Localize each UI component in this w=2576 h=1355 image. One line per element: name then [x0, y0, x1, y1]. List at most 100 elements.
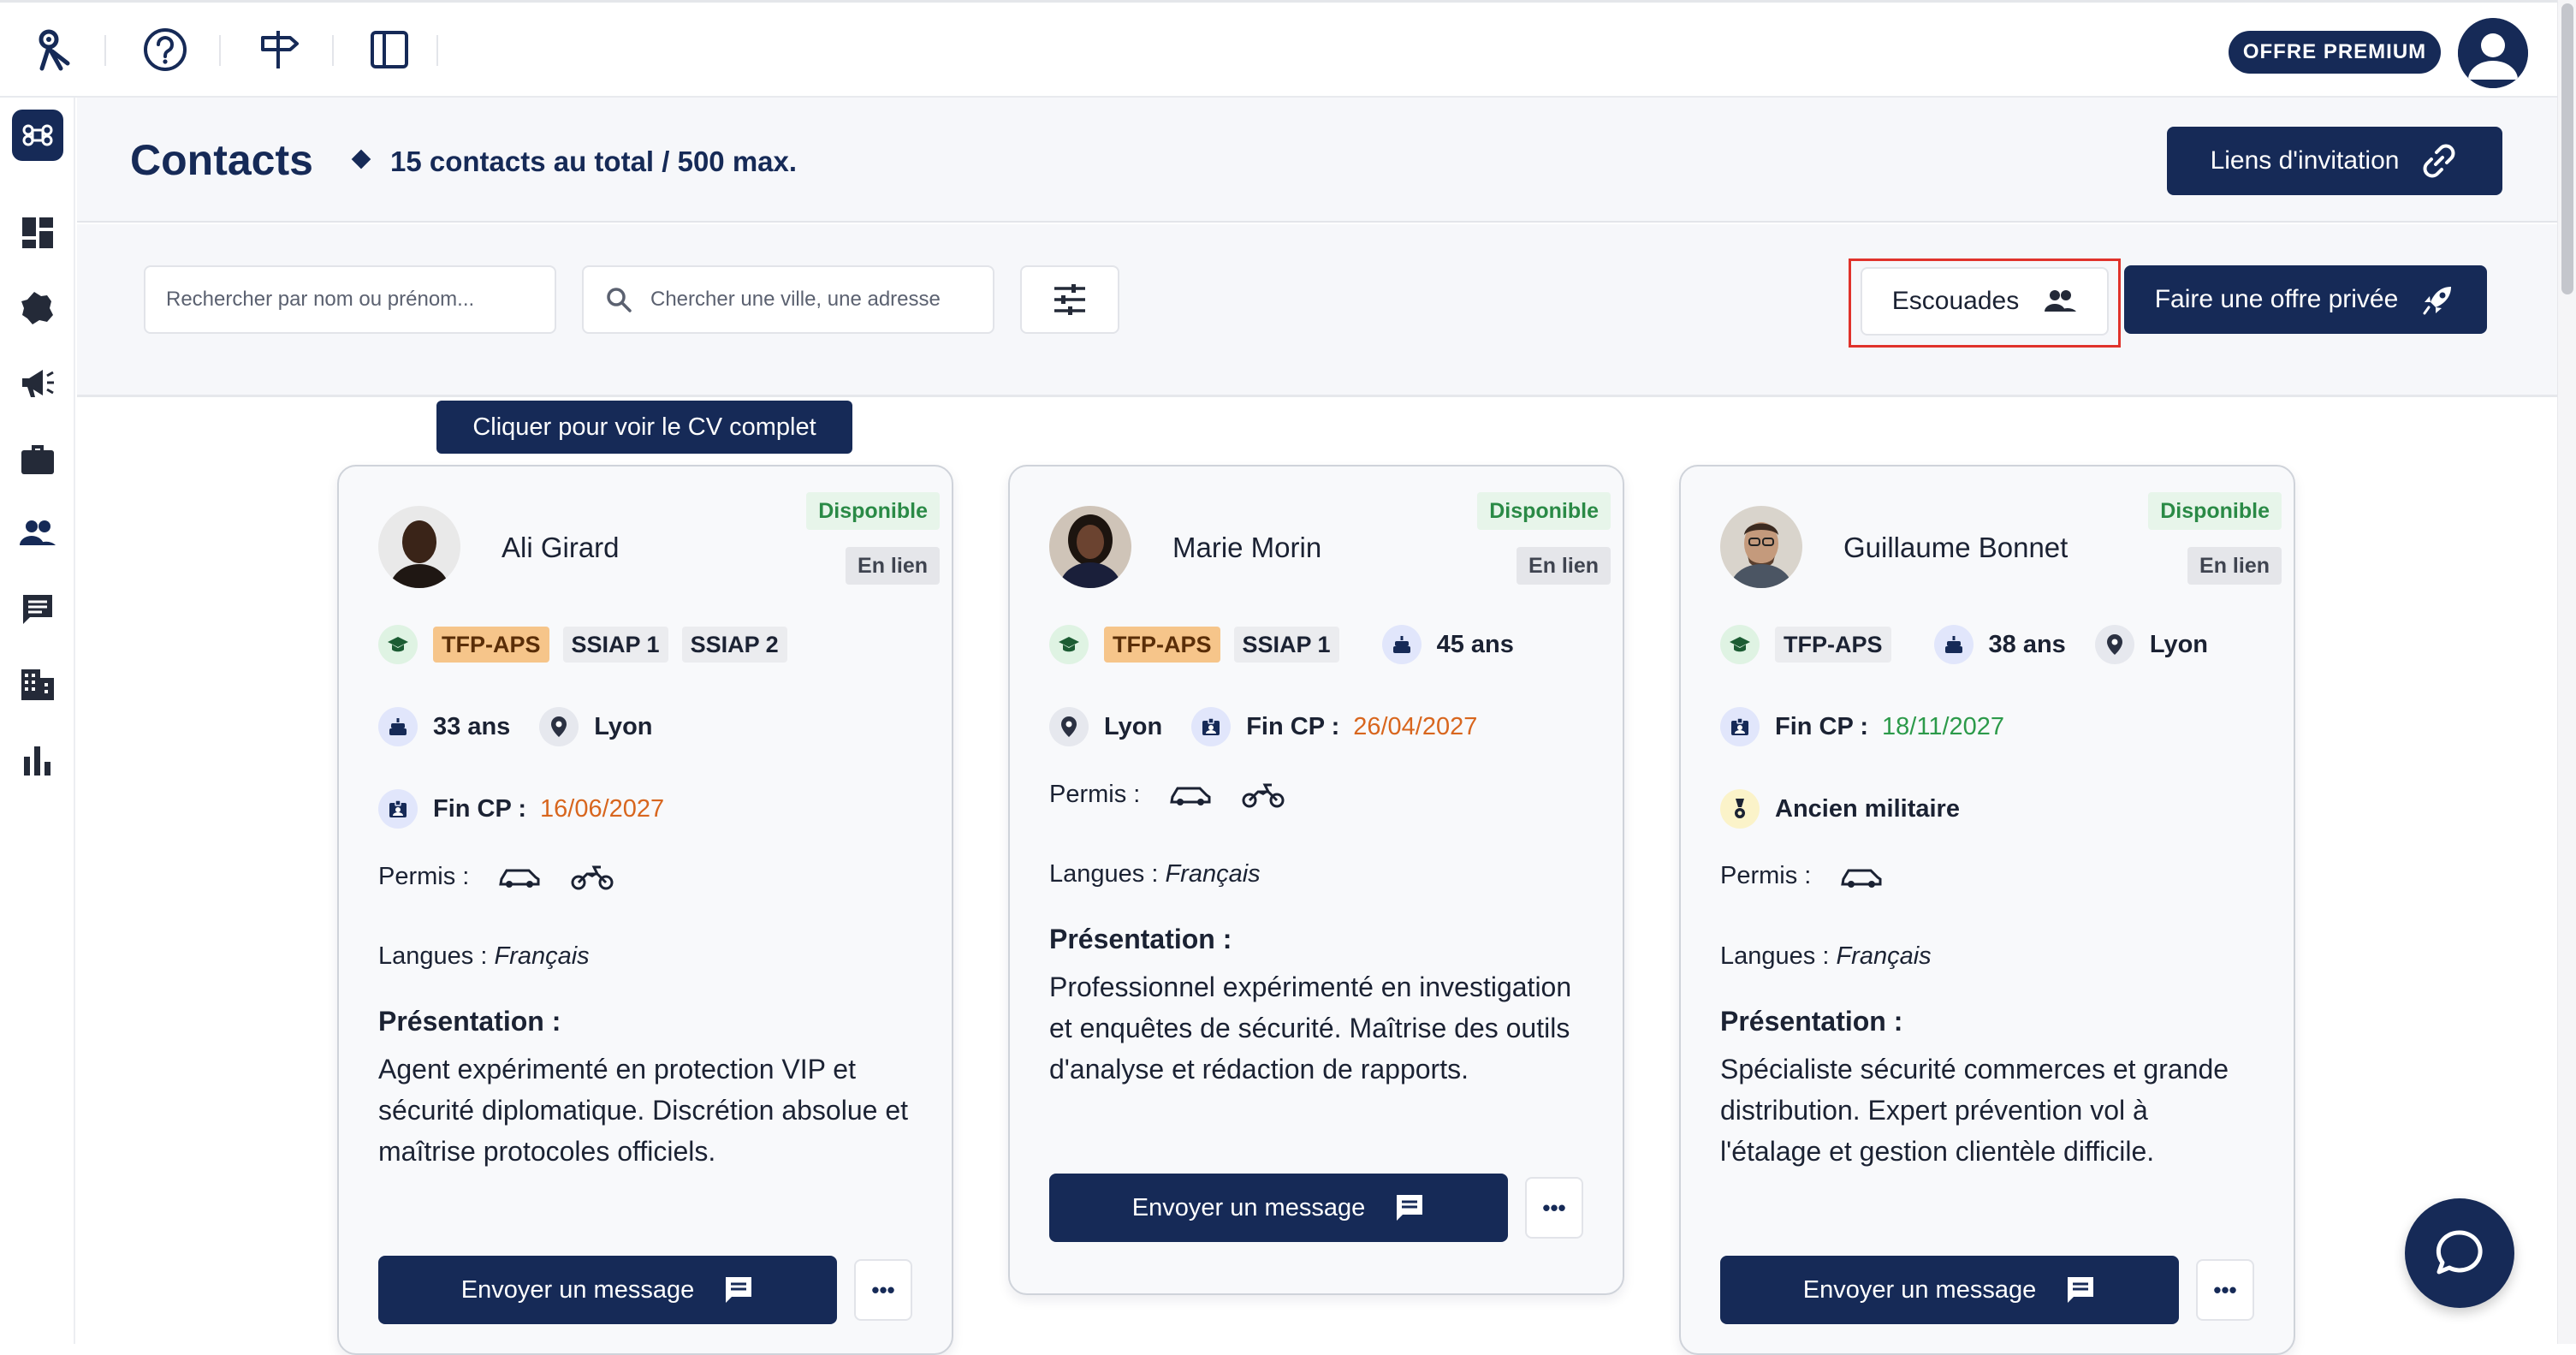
veteran-label: Ancien militaire — [1775, 794, 1960, 823]
page-scrollbar[interactable] — [2557, 0, 2576, 1344]
rocket-icon — [2423, 287, 2452, 315]
send-message-button[interactable]: Envoyer un message — [1720, 1256, 2179, 1324]
signpost-icon[interactable] — [250, 21, 306, 78]
presentation-text: Professionnel expérimenté en investigati… — [1049, 972, 1572, 1085]
name-search-input[interactable]: Rechercher par nom ou prénom... — [144, 265, 556, 334]
available-badge: Disponible — [806, 492, 940, 530]
send-message-button[interactable]: Envoyer un message — [1049, 1174, 1508, 1242]
contact-photo[interactable] — [1720, 506, 1802, 588]
filters-button[interactable] — [1020, 265, 1119, 334]
languages-row: Langues : Français — [378, 942, 590, 971]
scrollbar-thumb[interactable] — [2561, 3, 2573, 294]
certification-tag: SSIAP 1 — [562, 627, 668, 663]
user-avatar[interactable] — [2458, 18, 2528, 88]
send-message-button[interactable]: Envoyer un message — [378, 1256, 837, 1324]
more-options-button[interactable]: ••• — [1525, 1177, 1583, 1239]
sidebar — [0, 98, 75, 1344]
premium-offer-button[interactable]: OFFRE PREMIUM — [2229, 31, 2441, 74]
briefcase-icon[interactable] — [12, 433, 63, 484]
send-message-label: Envoyer un message — [1802, 1275, 2037, 1304]
certification-tag: SSIAP 1 — [1233, 627, 1339, 663]
contact-photo[interactable] — [378, 506, 460, 588]
contact-name[interactable]: Marie Morin — [1172, 532, 1321, 564]
invitation-links-label: Liens d'invitation — [2210, 146, 2400, 175]
car-icon — [499, 869, 540, 888]
name-search-placeholder: Rechercher par nom ou prénom... — [166, 288, 475, 311]
languages-label: Langues : — [1049, 860, 1159, 888]
graduation-cap-icon — [1049, 625, 1089, 664]
permis-label: Permis : — [378, 862, 470, 890]
id-badge-icon — [378, 789, 418, 829]
permis-row: Permis : — [1720, 862, 1883, 890]
fin-cp-date: 16/06/2027 — [540, 794, 665, 823]
contact-city: Lyon — [1104, 712, 1163, 740]
messages-icon[interactable] — [12, 584, 63, 635]
more-options-button[interactable]: ••• — [854, 1259, 912, 1321]
contact-card[interactable]: Ali Girard Disponible En lien TFP-APS SS… — [337, 465, 953, 1355]
id-badge-icon — [1191, 707, 1232, 746]
languages-label: Langues : — [378, 942, 488, 970]
stats-icon[interactable] — [12, 734, 63, 786]
fin-cp-date: 26/04/2027 — [1353, 712, 1478, 740]
graduation-cap-icon — [378, 625, 418, 664]
logo-icon[interactable] — [26, 21, 82, 78]
contact-city: Lyon — [594, 712, 653, 740]
contact-name[interactable]: Guillaume Bonnet — [1843, 532, 2068, 564]
squads-button[interactable]: Escouades — [1861, 267, 2109, 336]
city-search-placeholder: Chercher une ville, une adresse — [650, 288, 941, 311]
squads-label: Escouades — [1891, 287, 2020, 315]
available-badge: Disponible — [1477, 492, 1611, 530]
languages-value: Français — [494, 942, 590, 970]
chat-bubble-icon — [2436, 1230, 2483, 1275]
dashboard-icon[interactable] — [12, 207, 63, 259]
graduation-cap-icon — [1720, 625, 1760, 664]
send-message-label: Envoyer un message — [1131, 1193, 1366, 1221]
cv-tooltip: Cliquer pour voir le CV complet — [436, 401, 852, 454]
contacts-icon[interactable] — [12, 508, 63, 560]
page-title: Contacts — [130, 136, 313, 184]
france-map-icon[interactable] — [12, 282, 63, 334]
location-pin-icon — [1049, 707, 1089, 746]
permis-label: Permis : — [1049, 780, 1141, 808]
fin-cp-label: Fin CP : — [1246, 712, 1340, 740]
car-icon — [1841, 869, 1882, 888]
permis-label: Permis : — [1720, 862, 1812, 889]
fin-cp-label: Fin CP : — [433, 794, 527, 823]
presentation-text: Agent expérimenté en protection VIP et s… — [378, 1054, 908, 1167]
separator — [104, 35, 106, 66]
sidebar-toggle-icon[interactable] — [361, 21, 418, 78]
languages-row: Langues : Français — [1720, 942, 1932, 971]
support-chat-button[interactable] — [2405, 1198, 2514, 1308]
megaphone-icon[interactable] — [12, 358, 63, 409]
birthday-cake-icon — [1933, 625, 1974, 664]
medal-icon — [1720, 789, 1760, 829]
birthday-cake-icon — [378, 707, 418, 746]
sliders-icon — [1054, 284, 1085, 315]
contact-card[interactable]: Marie Morin Disponible En lien TFP-APS S… — [1008, 465, 1624, 1295]
military-row: Ancien militaire — [1720, 788, 1960, 829]
available-badge: Disponible — [2148, 492, 2282, 530]
id-badge-icon — [1720, 707, 1760, 746]
fin-cp-row: Fin CP : 16/06/2027 — [378, 788, 664, 829]
contact-name[interactable]: Ali Girard — [502, 532, 620, 564]
private-offer-button[interactable]: Faire une offre privée — [2124, 265, 2487, 334]
motorcycle-icon — [1242, 783, 1285, 808]
city-search-input[interactable]: Chercher une ville, une adresse — [582, 265, 994, 334]
contact-card[interactable]: Guillaume Bonnet Disponible En lien TFP-… — [1679, 465, 2295, 1355]
linked-badge: En lien — [2187, 547, 2282, 585]
contact-photo[interactable] — [1049, 506, 1131, 588]
chat-icon — [1397, 1195, 1423, 1221]
certification-tag: SSIAP 2 — [681, 627, 787, 663]
toolbar: Rechercher par nom ou prénom... Chercher… — [77, 224, 2557, 397]
building-icon[interactable] — [12, 659, 63, 710]
help-icon[interactable] — [137, 21, 193, 78]
command-icon[interactable] — [12, 110, 63, 161]
more-options-button[interactable]: ••• — [2196, 1259, 2254, 1321]
invitation-links-button[interactable]: Liens d'invitation — [2167, 127, 2502, 195]
contact-age: 33 ans — [433, 712, 511, 740]
birthday-cake-icon — [1381, 625, 1422, 664]
top-bar: OFFRE PREMIUM — [0, 0, 2576, 98]
languages-value: Français — [1165, 860, 1261, 888]
city-fin-cp-row: Lyon Fin CP : 26/04/2027 — [1049, 706, 1477, 747]
send-message-label: Envoyer un message — [460, 1275, 695, 1304]
